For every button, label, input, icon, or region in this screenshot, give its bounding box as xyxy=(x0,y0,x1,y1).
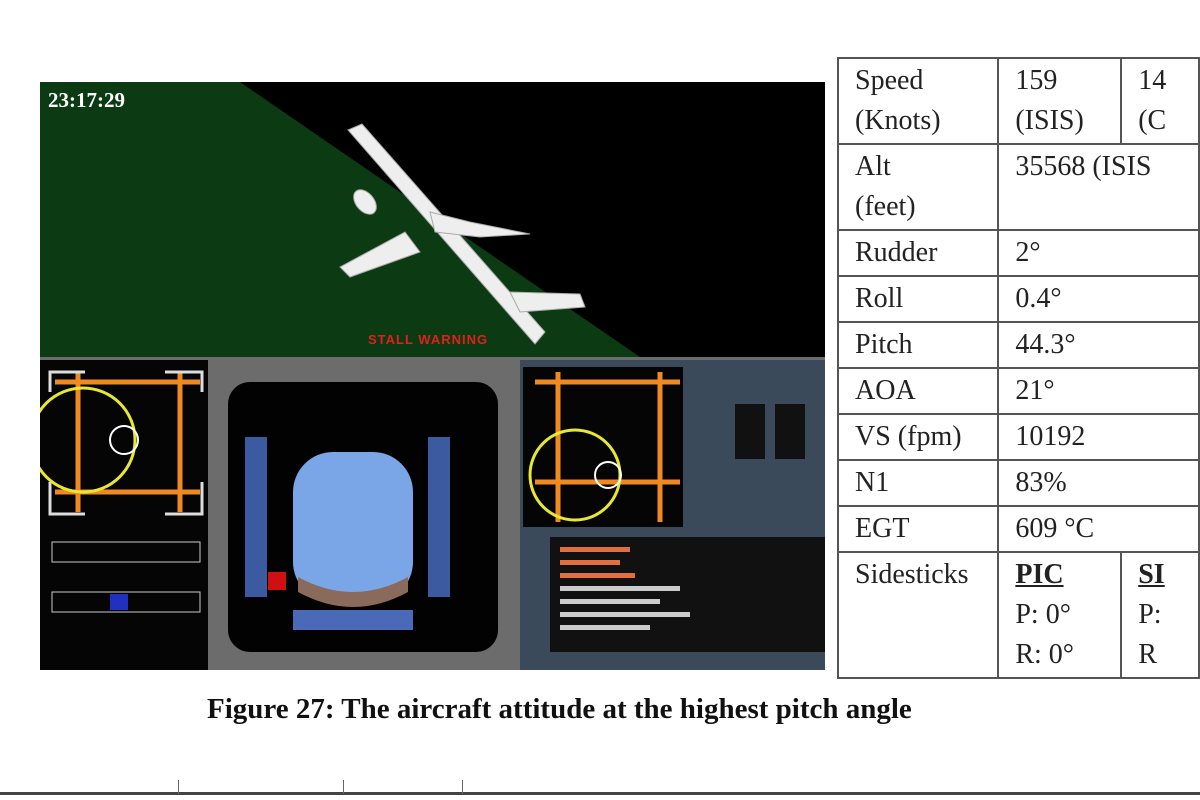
figure-caption: Figure 27: The aircraft attitude at the … xyxy=(207,693,912,725)
column-divider xyxy=(462,780,463,794)
flight-parameters-table: Speed (Knots) 159 (ISIS) 14 (C Alt (feet) 35568… xyxy=(836,57,1200,679)
column-divider xyxy=(343,780,344,794)
table-row: VS (fpm) 10192 xyxy=(836,413,1200,461)
column-divider xyxy=(178,780,179,794)
table-row: Speed (Knots) 159 (ISIS) 14 (C xyxy=(836,57,1200,145)
table-row: N1 83% xyxy=(836,459,1200,507)
table-top-border xyxy=(0,792,1200,795)
table-row: Alt (feet) 35568 (ISIS xyxy=(836,143,1200,231)
table-row: Sidesticks PIC P: 0° R: 0° SI P: R xyxy=(836,551,1200,679)
table-row: Pitch 44.3° xyxy=(836,321,1200,369)
table-row: Roll 0.4° xyxy=(836,275,1200,323)
table-row: Rudder 2° xyxy=(836,229,1200,277)
table-row: EGT 609 °C xyxy=(836,505,1200,553)
table-row: AOA 21° xyxy=(836,367,1200,415)
